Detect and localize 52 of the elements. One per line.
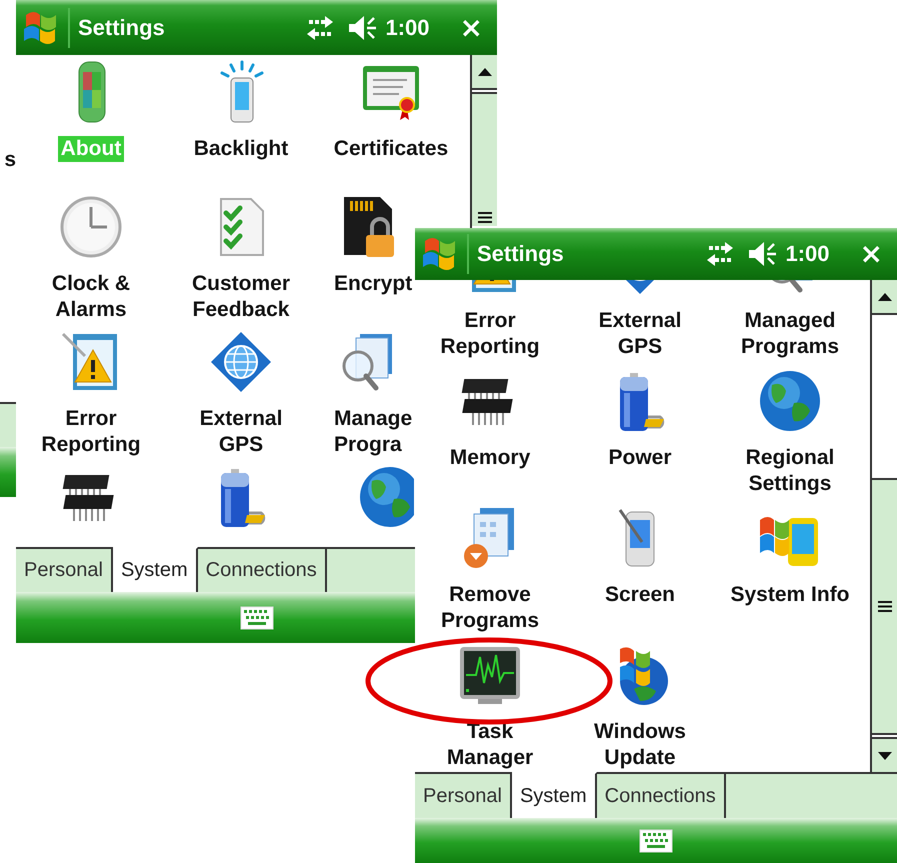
window-title: Settings xyxy=(477,241,564,267)
setting-label[interactable]: Windows Update xyxy=(591,719,689,771)
setting-label[interactable]: Certificates xyxy=(330,136,452,162)
setting-label[interactable]: Managed Programs xyxy=(738,308,842,360)
globe-icon[interactable] xyxy=(758,369,822,433)
clock-icon[interactable] xyxy=(59,195,123,259)
tab[interactable]: System xyxy=(512,772,597,818)
setting-label[interactable]: Encrypt xyxy=(334,271,412,297)
setting-label[interactable]: s xyxy=(4,147,16,402)
setting-label[interactable]: Memory xyxy=(446,445,534,471)
setting-label[interactable]: Error Reporting xyxy=(437,308,543,360)
down-arrow-icon[interactable] xyxy=(878,752,892,760)
up-arrow-icon[interactable] xyxy=(878,292,892,300)
setting-label[interactable]: Remove Programs xyxy=(438,582,542,634)
up-arrow-icon[interactable] xyxy=(478,68,492,76)
tab-strip xyxy=(0,402,16,447)
arrows-icon[interactable] xyxy=(305,16,336,40)
arrows-icon[interactable] xyxy=(705,242,736,266)
grip-icon[interactable] xyxy=(478,212,492,223)
globe-icon[interactable] xyxy=(358,465,414,529)
clock-time[interactable]: 1:00 xyxy=(785,241,830,267)
globe-diamond-icon[interactable] xyxy=(209,330,273,394)
setting-label[interactable]: Error Reporting xyxy=(38,406,144,458)
window-title: Settings xyxy=(78,14,165,40)
setting-label[interactable]: Manage Progra xyxy=(334,406,412,458)
tab[interactable]: System xyxy=(112,547,198,592)
keyboard-icon[interactable] xyxy=(240,606,274,630)
menu-bar xyxy=(0,447,16,497)
tab[interactable]: Personal xyxy=(415,772,512,818)
scroll-bar[interactable] xyxy=(870,280,897,772)
tab[interactable]: Personal xyxy=(16,547,113,592)
setting-label[interactable]: Task Manager xyxy=(444,719,536,771)
setting-label[interactable]: Backlight xyxy=(190,136,292,162)
tab[interactable]: Connections xyxy=(596,772,726,818)
scroll-thumb[interactable] xyxy=(472,92,497,226)
grip-icon[interactable] xyxy=(878,601,892,612)
setting-label[interactable]: Customer Feedback xyxy=(188,271,294,323)
keyboard-icon[interactable] xyxy=(639,828,673,852)
setting-label[interactable]: Regional Settings xyxy=(742,445,838,497)
setting-label[interactable]: Clock & Alarms xyxy=(48,271,134,323)
close-button[interactable]: × xyxy=(456,14,487,42)
tab[interactable]: Connections xyxy=(198,547,327,592)
setting-label[interactable]: Power xyxy=(605,445,675,471)
clock-time[interactable]: 1:00 xyxy=(385,14,430,40)
scroll-up-button[interactable] xyxy=(472,55,497,90)
setting-label[interactable]: Screen xyxy=(602,582,678,608)
speaker-icon[interactable] xyxy=(747,241,778,267)
close-button[interactable]: × xyxy=(856,240,887,268)
setting-label[interactable]: System Info xyxy=(727,582,853,608)
setting-label[interactable]: External GPS xyxy=(596,308,684,360)
setting-label[interactable]: External GPS xyxy=(196,406,286,458)
speaker-icon[interactable] xyxy=(347,14,378,40)
